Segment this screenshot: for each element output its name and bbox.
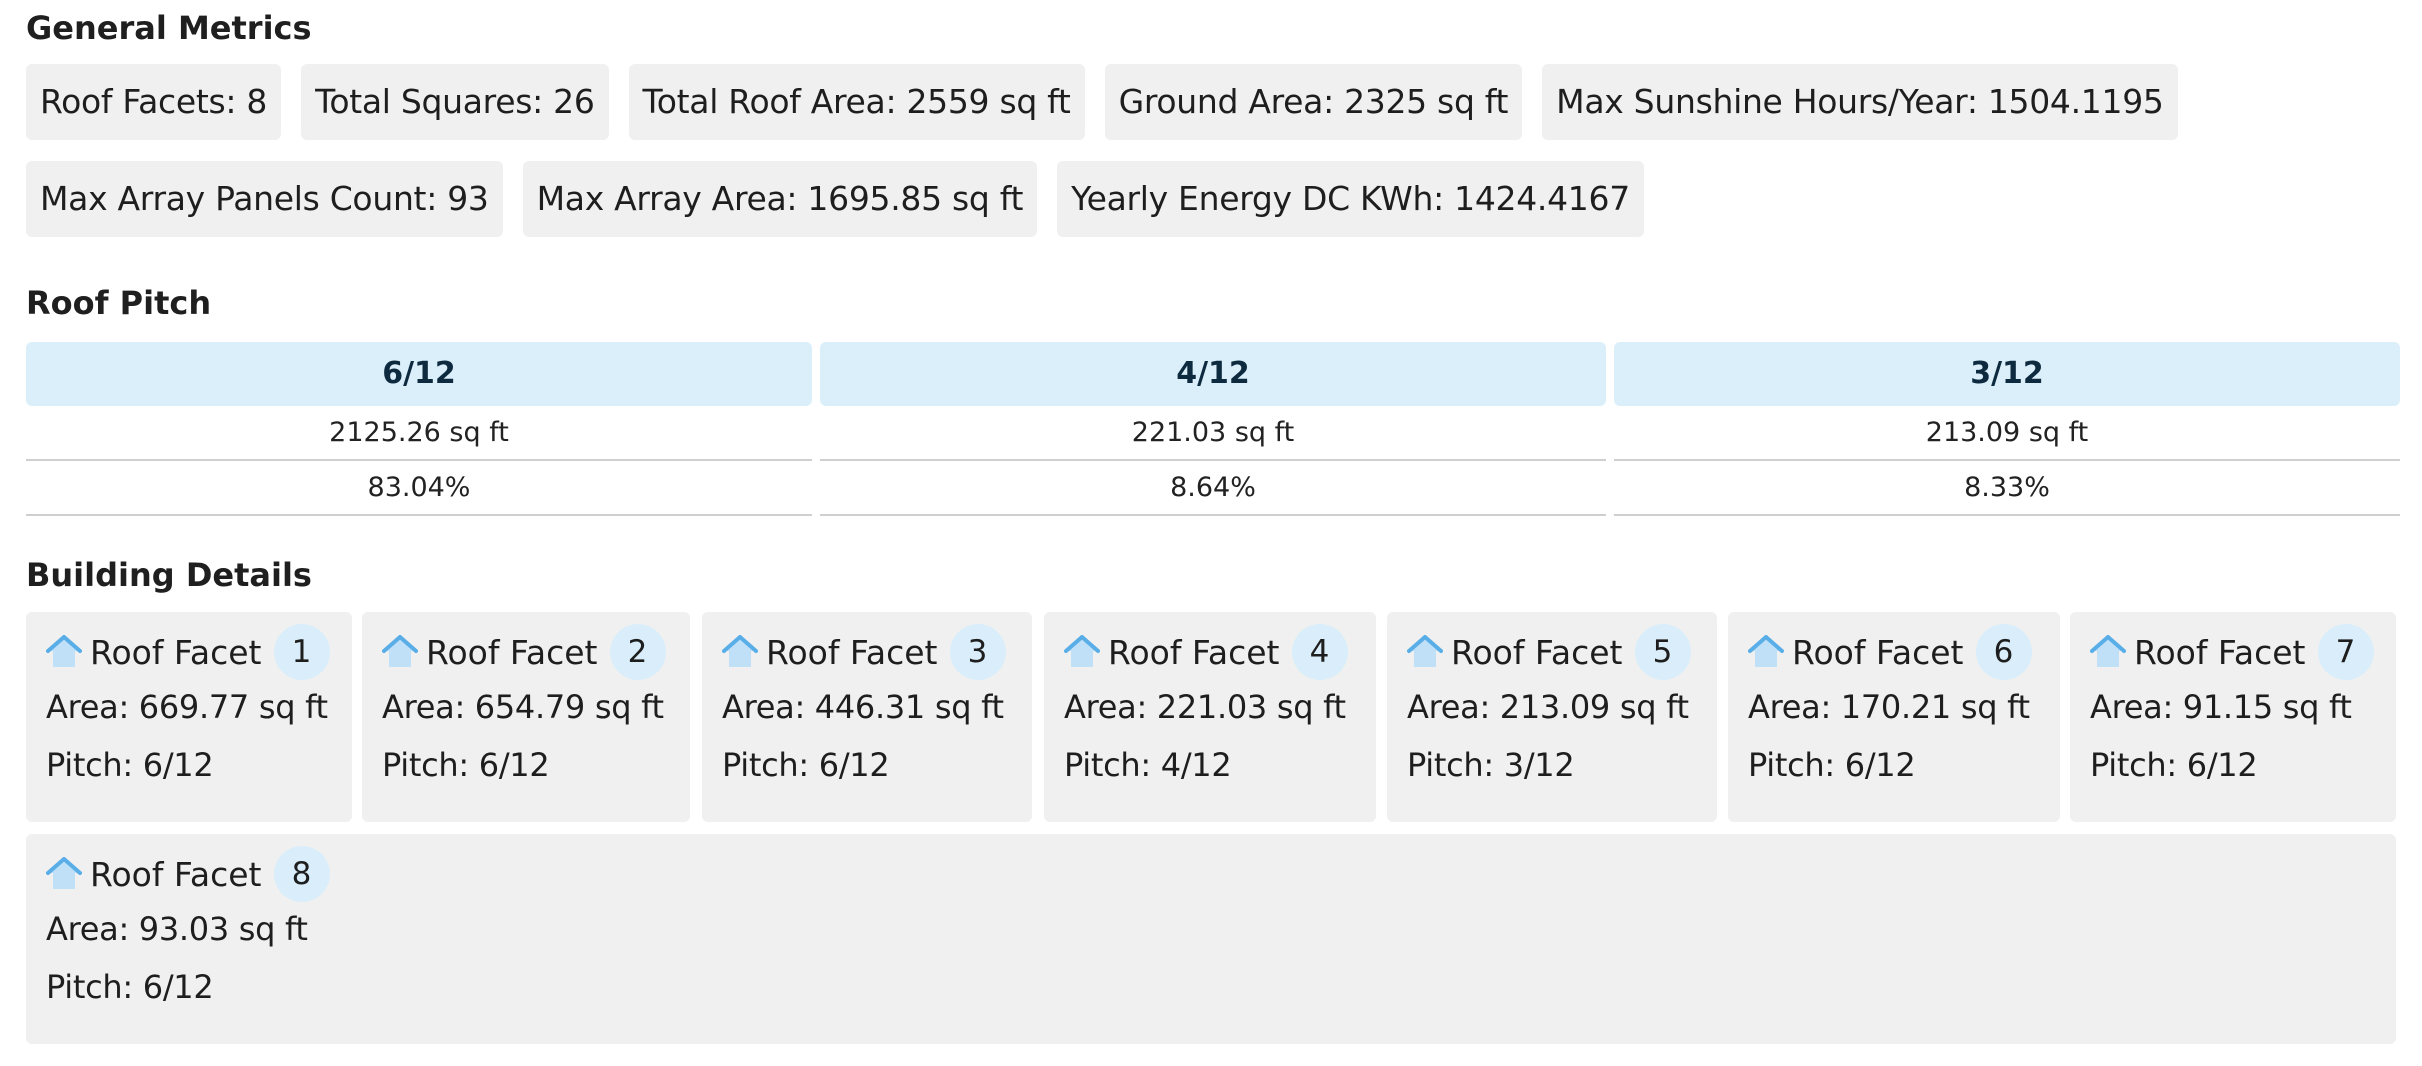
pitch-percent: 8.33%: [1614, 461, 2400, 516]
house-icon: [1064, 635, 1100, 667]
roof-facet-card: Roof Facet 8 Area: 93.03 sq ft Pitch: 6/…: [26, 834, 2396, 1044]
pitch-column: 6/12 2125.26 sq ft 83.04%: [26, 342, 812, 516]
facet-area: Area: 221.03 sq ft: [1064, 688, 1346, 726]
pitch-column: 3/12 213.09 sq ft 8.33%: [1614, 342, 2400, 516]
house-icon: [46, 635, 82, 667]
facet-number-badge: 3: [949, 624, 1006, 680]
house-icon: [46, 857, 82, 889]
roof-report-page: General Metrics Roof Facets: 8 Total Squ…: [0, 0, 2422, 1066]
house-icon: [1407, 635, 1443, 667]
metric-ground-area: Ground Area: 2325 sq ft: [1104, 64, 1523, 140]
facet-header: Roof Facet 1: [46, 624, 330, 680]
pitch-header: 3/12: [1614, 342, 2400, 406]
pitch-area: 2125.26 sq ft: [26, 406, 812, 461]
facet-header: Roof Facet 8: [46, 846, 330, 902]
pitch-header: 6/12: [26, 342, 812, 406]
facet-label: Roof Facet: [2134, 632, 2306, 672]
facet-area: Area: 93.03 sq ft: [46, 910, 308, 948]
roof-facet-card: Roof Facet 6 Area: 170.21 sq ft Pitch: 6…: [1728, 612, 2060, 822]
facet-area: Area: 446.31 sq ft: [722, 688, 1004, 726]
facet-label: Roof Facet: [1108, 632, 1280, 672]
facet-label: Roof Facet: [1451, 632, 1623, 672]
facet-pitch: Pitch: 6/12: [46, 968, 214, 1006]
facet-label: Roof Facet: [90, 854, 262, 894]
building-details-title: Building Details: [26, 556, 312, 594]
facet-label: Roof Facet: [1792, 632, 1964, 672]
facet-area: Area: 669.77 sq ft: [46, 688, 328, 726]
facet-header: Roof Facet 7: [2090, 624, 2374, 680]
metric-max-array-area: Max Array Area: 1695.85 sq ft: [522, 161, 1038, 237]
facet-pitch: Pitch: 3/12: [1407, 746, 1575, 784]
house-icon: [382, 635, 418, 667]
general-metrics-row-2: Max Array Panels Count: 93 Max Array Are…: [26, 161, 1644, 237]
roof-facet-card: Roof Facet 4 Area: 221.03 sq ft Pitch: 4…: [1044, 612, 1376, 822]
roof-pitch-table: 6/12 2125.26 sq ft 83.04% 4/12 221.03 sq…: [26, 342, 2400, 516]
metric-yearly-energy: Yearly Energy DC KWh: 1424.4167: [1057, 161, 1644, 237]
facet-number-badge: 4: [1291, 624, 1348, 680]
facet-number-badge: 8: [273, 846, 330, 902]
facet-header: Roof Facet 2: [382, 624, 666, 680]
roof-pitch-title: Roof Pitch: [26, 284, 212, 322]
facet-area: Area: 170.21 sq ft: [1748, 688, 2030, 726]
facet-number-badge: 7: [2317, 624, 2374, 680]
house-icon: [722, 635, 758, 667]
facet-label: Roof Facet: [426, 632, 598, 672]
facet-number-badge: 2: [609, 624, 666, 680]
pitch-column: 4/12 221.03 sq ft 8.64%: [820, 342, 1606, 516]
facet-pitch: Pitch: 6/12: [46, 746, 214, 784]
metric-max-sunshine-hours: Max Sunshine Hours/Year: 1504.1195: [1542, 64, 2178, 140]
house-icon: [1748, 635, 1784, 667]
metric-total-roof-area: Total Roof Area: 2559 sq ft: [628, 64, 1085, 140]
facet-pitch: Pitch: 6/12: [1748, 746, 1916, 784]
facet-pitch: Pitch: 4/12: [1064, 746, 1232, 784]
general-metrics-row-1: Roof Facets: 8 Total Squares: 26 Total R…: [26, 64, 2178, 140]
roof-facet-card: Roof Facet 2 Area: 654.79 sq ft Pitch: 6…: [362, 612, 690, 822]
metric-max-array-panels: Max Array Panels Count: 93: [26, 161, 503, 237]
metric-roof-facets: Roof Facets: 8: [26, 64, 282, 140]
facet-number-badge: 1: [273, 624, 330, 680]
pitch-area: 213.09 sq ft: [1614, 406, 2400, 461]
facet-header: Roof Facet 4: [1064, 624, 1348, 680]
roof-facet-card: Roof Facet 7 Area: 91.15 sq ft Pitch: 6/…: [2070, 612, 2396, 822]
house-icon: [2090, 635, 2126, 667]
pitch-percent: 8.64%: [820, 461, 1606, 516]
facet-header: Roof Facet 3: [722, 624, 1006, 680]
roof-facet-card: Roof Facet 5 Area: 213.09 sq ft Pitch: 3…: [1387, 612, 1717, 822]
facet-number-badge: 6: [1975, 624, 2032, 680]
facet-label: Roof Facet: [766, 632, 938, 672]
roof-facet-card: Roof Facet 1 Area: 669.77 sq ft Pitch: 6…: [26, 612, 352, 822]
facet-area: Area: 213.09 sq ft: [1407, 688, 1689, 726]
facet-pitch: Pitch: 6/12: [382, 746, 550, 784]
facet-pitch: Pitch: 6/12: [2090, 746, 2258, 784]
pitch-area: 221.03 sq ft: [820, 406, 1606, 461]
facet-header: Roof Facet 5: [1407, 624, 1691, 680]
roof-facet-card: Roof Facet 3 Area: 446.31 sq ft Pitch: 6…: [702, 612, 1032, 822]
metric-total-squares: Total Squares: 26: [301, 64, 609, 140]
pitch-header: 4/12: [820, 342, 1606, 406]
facet-area: Area: 654.79 sq ft: [382, 688, 664, 726]
facet-area: Area: 91.15 sq ft: [2090, 688, 2352, 726]
facet-header: Roof Facet 6: [1748, 624, 2032, 680]
facet-number-badge: 5: [1634, 624, 1691, 680]
general-metrics-title: General Metrics: [26, 9, 312, 47]
facet-pitch: Pitch: 6/12: [722, 746, 890, 784]
facet-label: Roof Facet: [90, 632, 262, 672]
pitch-percent: 83.04%: [26, 461, 812, 516]
